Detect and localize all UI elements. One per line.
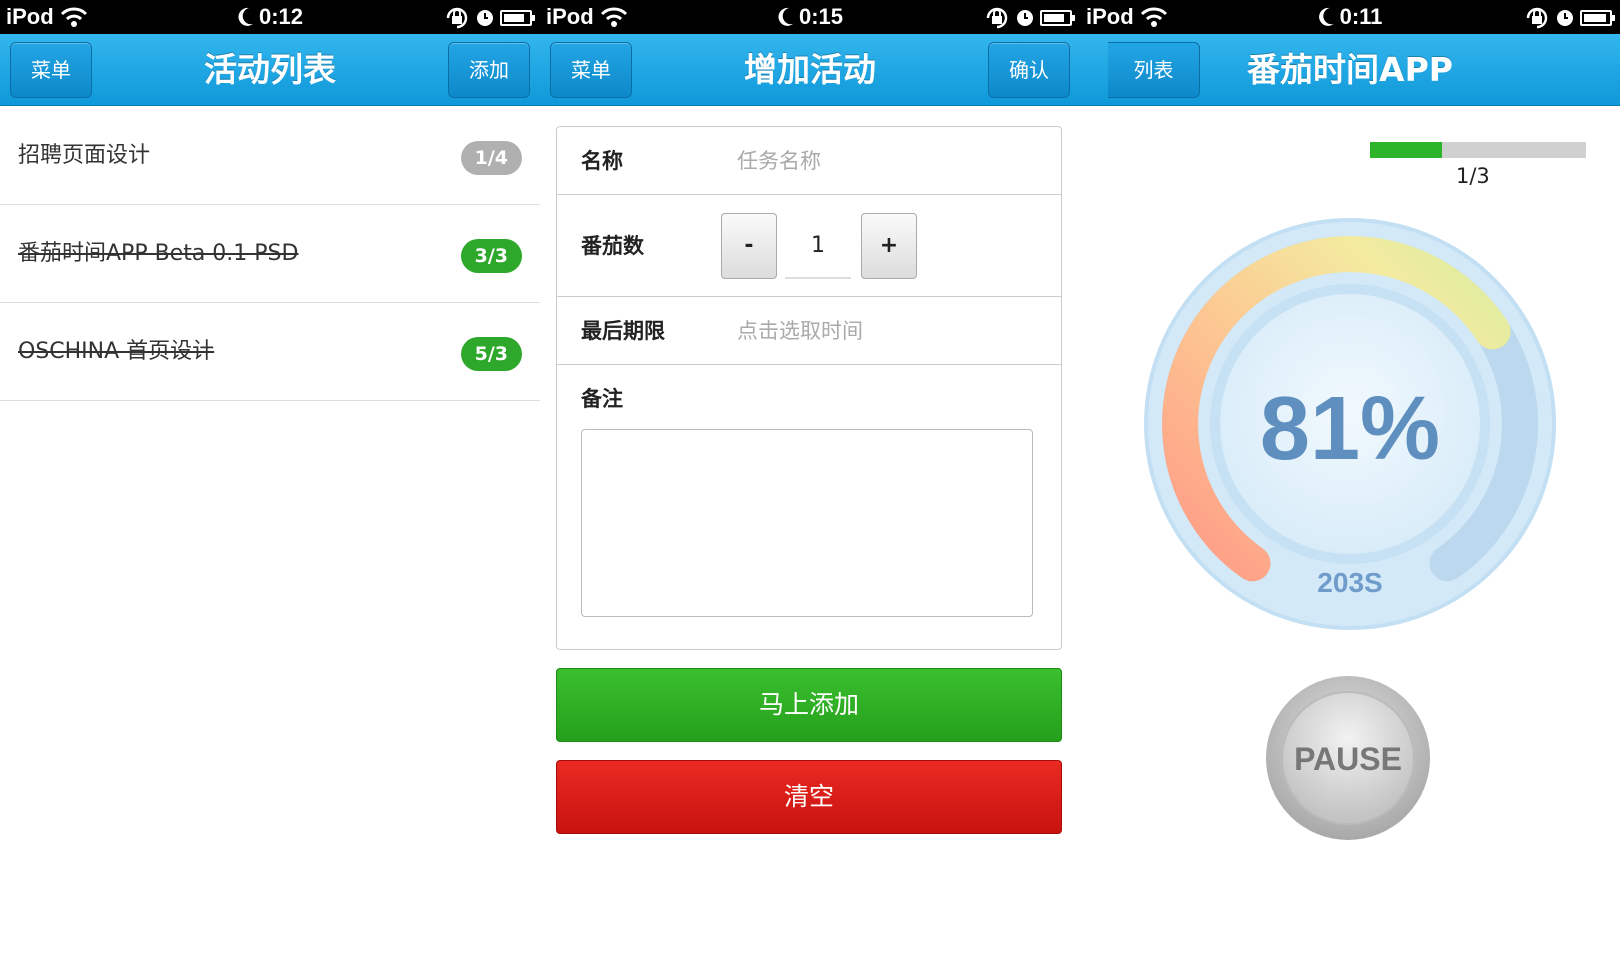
status-time: 0:11 <box>1339 4 1383 29</box>
list-item[interactable]: 招聘页面设计 1/4 <box>0 107 540 205</box>
activity-list-screen: iPod 0:12 活动列表 菜单 添加 招聘页面设计 1/4 番茄时间APP … <box>0 0 540 960</box>
three-screen-composite: iPod 0:12 活动列表 菜单 添加 招聘页面设计 1/4 番茄时间APP … <box>0 0 1620 960</box>
alarm-icon <box>477 10 493 26</box>
timer-gauge: 81% 203S <box>1144 218 1556 630</box>
decrement-button[interactable]: - <box>721 213 777 279</box>
deadline-picker[interactable]: 点击选取时间 <box>737 297 863 365</box>
item-title: 番茄时间APP Beta 0.1 PSD <box>18 241 299 266</box>
nav-bar: 番茄时间APP 列表 <box>1080 34 1620 106</box>
activity-list: 招聘页面设计 1/4 番茄时间APP Beta 0.1 PSD 3/3 OSCH… <box>0 107 540 401</box>
deadline-label: 最后期限 <box>581 319 665 343</box>
gauge-percent: 81% <box>1260 379 1440 479</box>
deadline-row[interactable]: 最后期限 点击选取时间 <box>557 297 1061 365</box>
battery-icon <box>500 10 535 26</box>
alarm-icon <box>1557 10 1573 26</box>
pause-button[interactable]: PAUSE <box>1264 674 1432 842</box>
pause-label: PAUSE <box>1294 741 1402 777</box>
moon-icon <box>1319 7 1334 26</box>
note-textarea[interactable] <box>581 429 1033 617</box>
count-value[interactable]: 1 <box>785 213 851 279</box>
list-item[interactable]: 番茄时间APP Beta 0.1 PSD 3/3 <box>0 205 540 303</box>
battery-icon <box>1580 10 1615 26</box>
status-badge: 3/3 <box>460 239 522 273</box>
back-button-label: 列表 <box>1133 58 1174 82</box>
rotation-lock-icon <box>1526 7 1548 29</box>
battery-icon <box>1040 10 1075 26</box>
name-input[interactable]: 任务名称 <box>737 127 821 195</box>
device-name: iPod <box>6 4 54 29</box>
rotation-lock-icon <box>446 7 468 29</box>
moon-icon <box>238 7 253 26</box>
wifi-icon <box>1140 7 1167 27</box>
rotation-lock-icon <box>986 7 1008 29</box>
item-title: 招聘页面设计 <box>18 143 151 168</box>
nav-bar: 增加活动 菜单 确认 <box>540 34 1080 106</box>
note-row: 备注 <box>557 365 1061 649</box>
note-label: 备注 <box>581 387 623 411</box>
device-name: iPod <box>546 4 594 29</box>
gauge-seconds: 203S <box>1317 567 1382 598</box>
device-name: iPod <box>1086 4 1134 29</box>
wifi-icon <box>600 7 627 27</box>
item-title: OSCHINA 首页设计 <box>18 339 215 364</box>
add-now-button[interactable]: 马上添加 <box>556 668 1062 742</box>
session-progress-fill <box>1370 142 1442 158</box>
menu-button[interactable]: 菜单 <box>550 42 632 98</box>
session-progress-bar <box>1370 142 1586 158</box>
status-bar: iPod 0:12 <box>0 0 540 34</box>
add-activity-form: 名称 任务名称 番茄数 - 1 + 最后期限 点击选取时间 备注 <box>556 126 1062 650</box>
timer-screen: iPod 0:11 番茄时间APP 列表 1/3 81% 203S PAUSE <box>1080 0 1620 960</box>
wifi-icon <box>60 7 87 27</box>
count-label: 番茄数 <box>581 234 644 258</box>
menu-button[interactable]: 菜单 <box>10 42 92 98</box>
back-to-list-button[interactable]: 列表 <box>1108 42 1200 98</box>
increment-button[interactable]: + <box>861 213 917 279</box>
name-row[interactable]: 名称 任务名称 <box>557 127 1061 195</box>
name-label: 名称 <box>581 149 623 173</box>
count-row: 番茄数 - 1 + <box>557 195 1061 297</box>
status-time: 0:12 <box>258 4 304 29</box>
moon-icon <box>778 7 793 26</box>
status-bar: iPod 0:15 <box>540 0 1080 34</box>
status-time: 0:15 <box>798 4 844 29</box>
session-progress-label: 1/3 <box>1456 164 1490 188</box>
alarm-icon <box>1017 10 1033 26</box>
clear-button[interactable]: 清空 <box>556 760 1062 834</box>
list-item[interactable]: OSCHINA 首页设计 5/3 <box>0 303 540 401</box>
status-bar: iPod 0:11 <box>1080 0 1620 34</box>
add-activity-screen: iPod 0:15 增加活动 菜单 确认 名称 任务名称 番茄数 - 1 + 最… <box>540 0 1080 960</box>
confirm-button[interactable]: 确认 <box>988 42 1070 98</box>
nav-bar: 活动列表 菜单 添加 <box>0 34 540 106</box>
add-button[interactable]: 添加 <box>448 42 530 98</box>
status-badge: 5/3 <box>460 337 522 371</box>
status-badge: 1/4 <box>460 141 522 175</box>
